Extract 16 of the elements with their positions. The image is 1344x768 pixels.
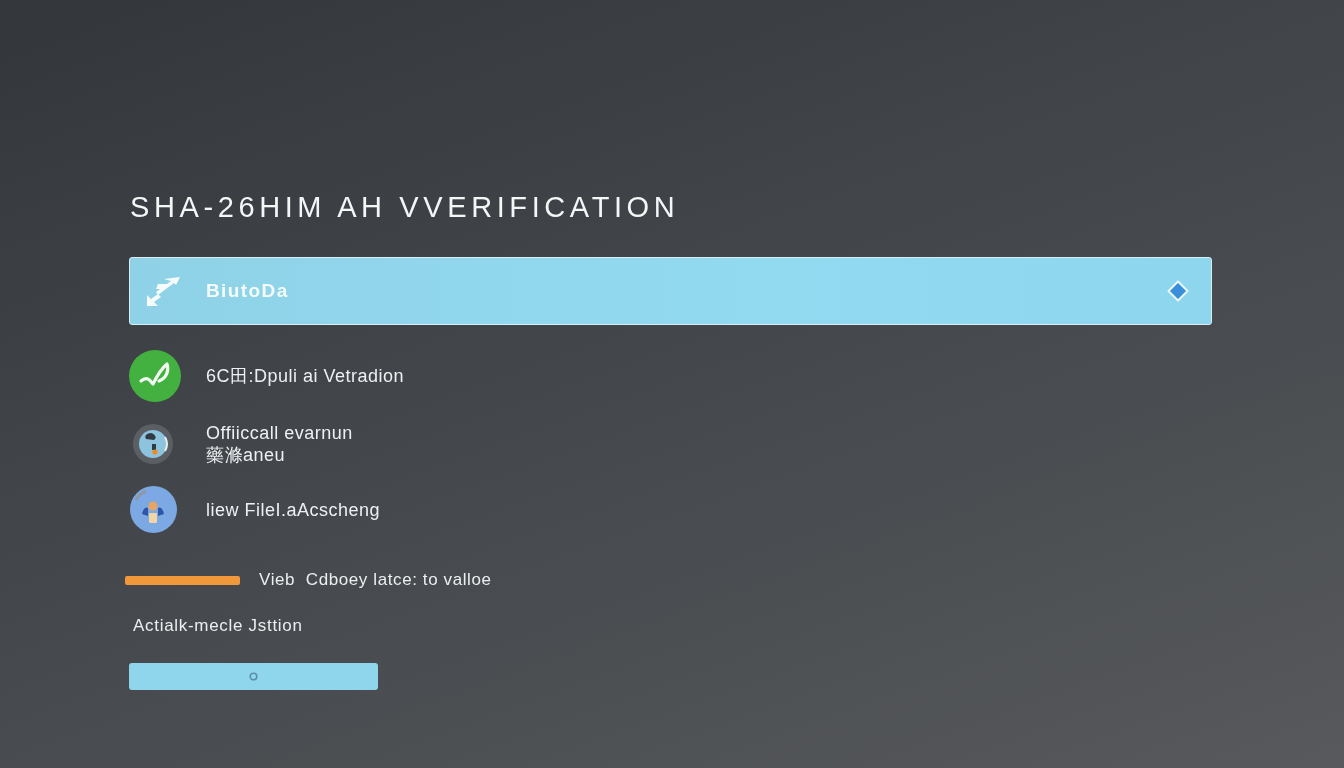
ring-icon xyxy=(249,672,258,681)
action-button[interactable] xyxy=(129,663,378,690)
item-label: liew FileI.aAcscheng xyxy=(206,498,381,521)
note-text: Vieb Cdboey latce: to valloe xyxy=(259,570,492,590)
banner-bar[interactable]: BiutoDa xyxy=(129,257,1212,325)
banner-label: BiutoDa xyxy=(206,280,289,302)
item-label: 藥滌aneu xyxy=(206,444,286,466)
caption-text: Actialk-mecle Jsttion xyxy=(133,616,303,636)
check-icon xyxy=(129,350,181,402)
dial-icon xyxy=(132,423,174,465)
item-label: 6C田:Dpuli ai Vetradion xyxy=(206,365,405,387)
figure-icon xyxy=(130,486,177,533)
diamond-icon xyxy=(1167,280,1189,302)
arrow-icon xyxy=(144,275,182,307)
page-title: SHA-26HIM AH VVERIFICATION xyxy=(130,191,680,223)
item-label: Offiiccall evarnun xyxy=(206,422,353,444)
